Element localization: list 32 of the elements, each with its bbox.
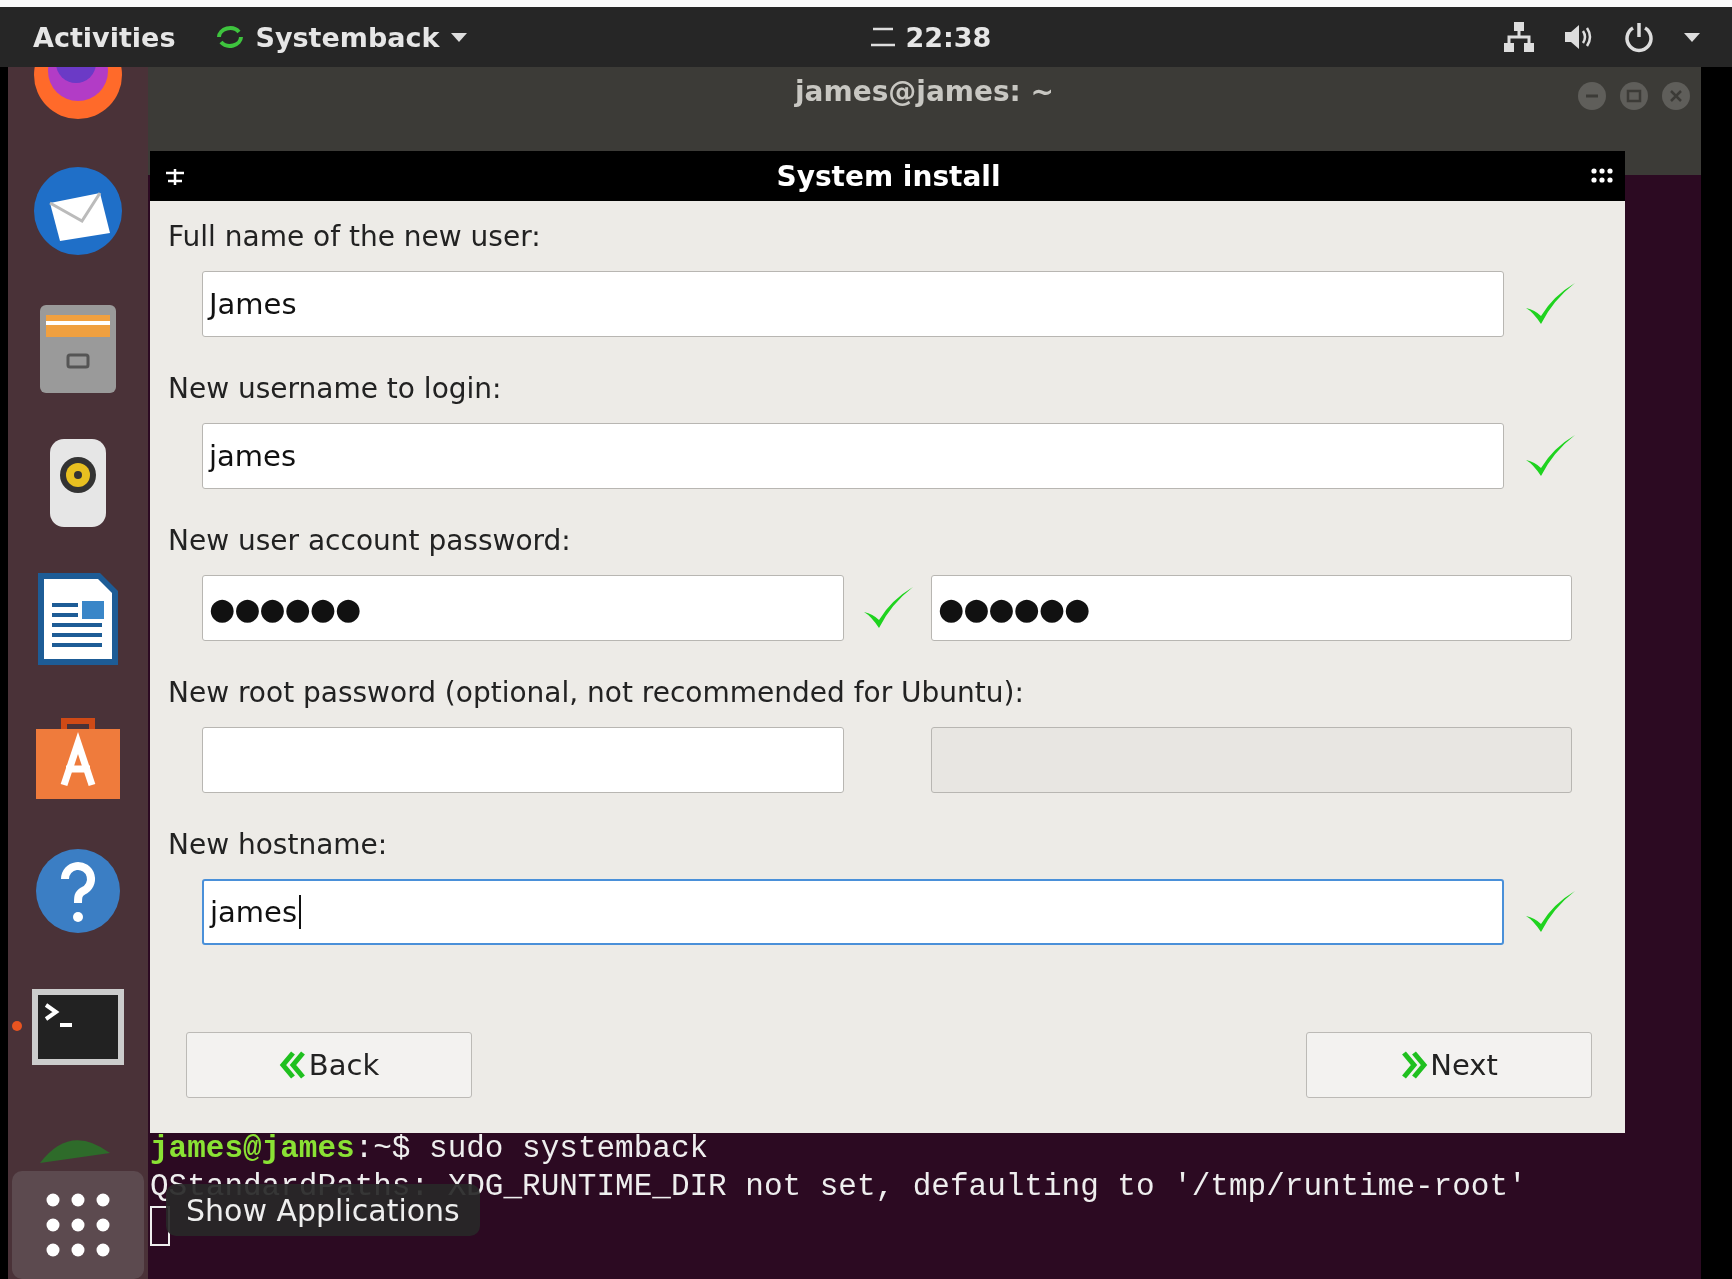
field-label: New user account password: (168, 523, 572, 559)
refresh-icon (215, 24, 246, 50)
input-field[interactable] (202, 727, 844, 793)
terminal-icon[interactable] (30, 987, 126, 1067)
caret-icon (449, 31, 470, 43)
app-menu[interactable]: Systemback (215, 21, 470, 53)
dots-icon[interactable] (1591, 168, 1613, 184)
field-label: New username to login: (168, 371, 503, 407)
terminal-line: james@james:~$ sudo systemback (150, 1130, 710, 1168)
grid-icon (45, 1192, 111, 1258)
input-field[interactable]: ●●●●●● (931, 575, 1572, 641)
input-field[interactable]: james (202, 879, 1504, 945)
notification-icon (869, 26, 898, 48)
input-field[interactable]: james (202, 423, 1504, 489)
input-field[interactable]: ●●●●●● (202, 575, 844, 641)
dialog-title: System install (776, 159, 1001, 193)
text-cursor (299, 895, 302, 929)
field-label: New root password (optional, not recommended for Ubuntu): (168, 675, 1025, 711)
window-title: james@james: ~ (794, 75, 1055, 108)
network-icon[interactable] (1502, 20, 1536, 54)
show-applications-button[interactable] (12, 1171, 144, 1279)
back-button[interactable]: Back (186, 1032, 472, 1098)
double-chevron-icon (1400, 1051, 1429, 1079)
input-field[interactable]: James (202, 271, 1504, 337)
double-chevron-icon (278, 1051, 307, 1079)
clock[interactable]: 22:38 (869, 21, 992, 53)
field-label: Full name of the new user: (168, 219, 542, 255)
field-label: New hostname: (168, 827, 389, 863)
activities-button[interactable]: Activities (33, 21, 176, 53)
next-button[interactable]: Next (1306, 1032, 1592, 1098)
power-icon[interactable] (1622, 20, 1656, 54)
caret-icon[interactable] (1682, 31, 1702, 43)
